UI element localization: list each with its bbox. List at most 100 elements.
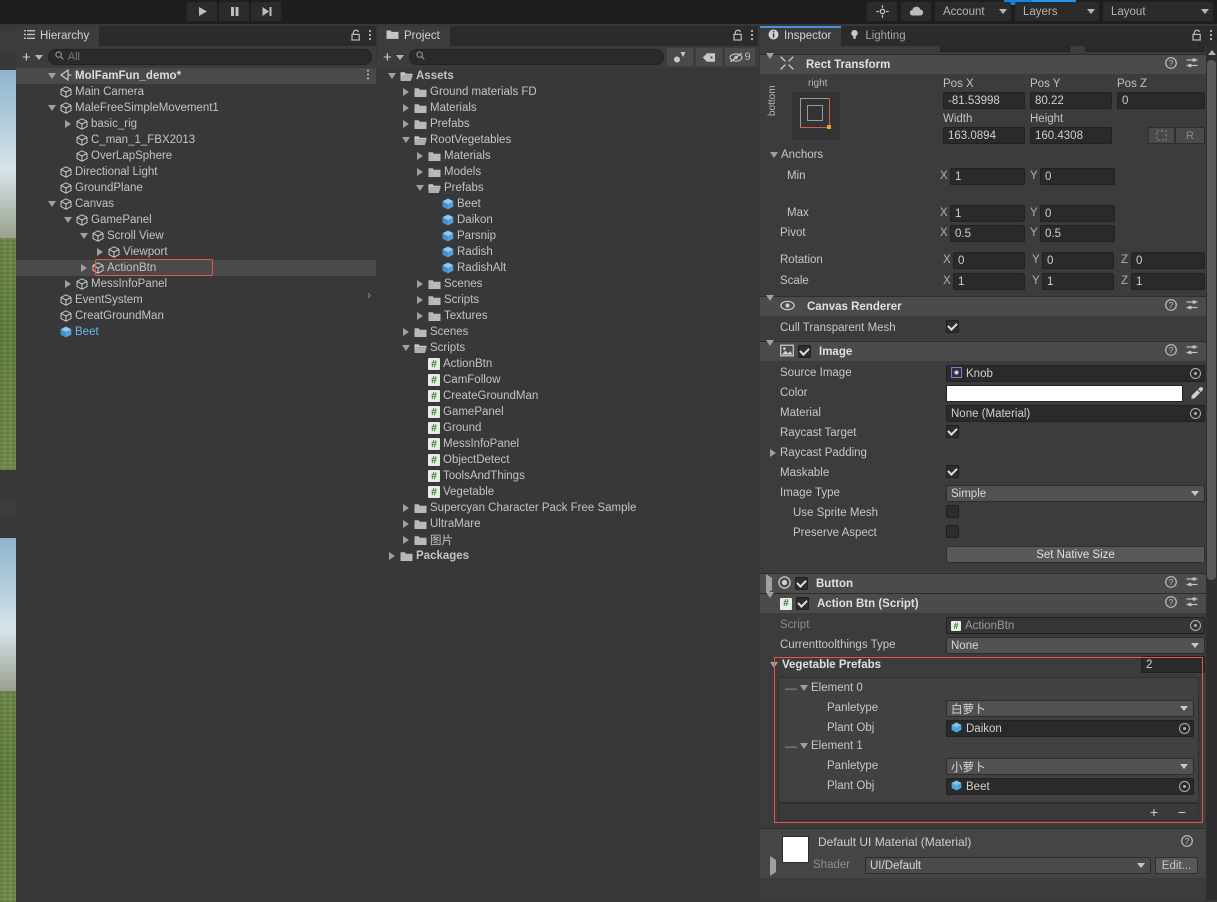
help-icon[interactable]: ? (1181, 835, 1193, 850)
scroll-up-arrow-icon[interactable] (1207, 48, 1216, 57)
array-add-button[interactable]: + (1140, 804, 1168, 820)
set-native-size-button[interactable]: Set Native Size (946, 546, 1205, 563)
hierarchy-item-viewport[interactable]: Viewport (16, 244, 376, 260)
chevron-right-icon[interactable] (400, 327, 411, 338)
project-item-models[interactable]: Models (378, 164, 758, 180)
play-button[interactable] (187, 2, 217, 21)
anchor-max-y-input[interactable]: 0 (1040, 205, 1115, 222)
element-0-panletype-dropdown[interactable]: 白萝卜 (946, 700, 1194, 717)
help-icon[interactable]: ? (1165, 596, 1177, 611)
preset-icon[interactable] (1186, 344, 1198, 359)
game-view-tab[interactable] (0, 498, 16, 518)
chevron-down-icon[interactable] (766, 591, 774, 610)
rotation-y-input[interactable]: 0 (1042, 252, 1114, 269)
lock-icon[interactable] (733, 29, 743, 44)
help-icon[interactable]: ? (1165, 299, 1177, 314)
project-item-gamepanel[interactable]: # GamePanel (378, 404, 758, 420)
cull-transparent-mesh-checkbox[interactable] (946, 320, 959, 333)
preset-icon[interactable] (1186, 299, 1198, 314)
action-btn-script-header[interactable]: # Action Btn (Script) ? (760, 591, 1217, 613)
scene-lighting-icon[interactable] (867, 2, 897, 21)
project-item-scripts[interactable]: Scripts (378, 292, 758, 308)
array-element-0-foldout[interactable]: — Element 0 (785, 682, 863, 694)
project-item-materials[interactable]: Materials (378, 148, 758, 164)
chevron-down-icon[interactable] (62, 215, 73, 226)
chevron-right-icon[interactable] (386, 551, 397, 562)
object-picker-icon[interactable] (1190, 408, 1201, 419)
pause-button[interactable] (219, 2, 249, 21)
anchor-max-x-input[interactable]: 1 (950, 205, 1025, 222)
image-component-enabled-checkbox[interactable] (798, 345, 811, 358)
layout-dropdown[interactable]: Layout (1103, 2, 1213, 21)
hierarchy-item-malefreesimplemovement1[interactable]: MaleFreeSimpleMovement1 (16, 100, 376, 116)
project-item-prefabs[interactable]: Prefabs (378, 180, 758, 196)
raw-edit-mode-button[interactable]: R (1175, 127, 1205, 144)
array-remove-button[interactable]: − (1168, 804, 1196, 820)
object-picker-icon[interactable] (1179, 781, 1190, 792)
hierarchy-item-overlapsphere[interactable]: OverLapSphere (16, 148, 376, 164)
lock-icon[interactable] (1192, 29, 1202, 44)
chevron-right-icon[interactable] (62, 119, 73, 130)
step-button[interactable] (251, 2, 281, 21)
currenttoolthings-type-dropdown[interactable]: None (946, 637, 1205, 654)
array-element-1-foldout[interactable]: — Element 1 (785, 740, 863, 752)
scale-y-input[interactable]: 1 (1042, 273, 1114, 290)
search-by-label-icon[interactable] (696, 48, 722, 66)
hidden-objects-toggle[interactable]: 9 (725, 48, 755, 66)
rect-transform-header[interactable]: Rect Transform ? (760, 52, 1217, 74)
hierarchy-item-directional-light[interactable]: Directional Light (16, 164, 376, 180)
chevron-right-icon[interactable] (414, 151, 425, 162)
vegetable-prefabs-size-input[interactable]: 2 (1141, 656, 1205, 673)
help-icon[interactable]: ? (1165, 57, 1177, 72)
hierarchy-tree[interactable]: MolFamFun_demo* Main Camera MaleFreeSimpl… (16, 68, 376, 340)
chevron-right-icon[interactable] (414, 167, 425, 178)
anchor-min-x-input[interactable]: 1 (950, 168, 1025, 185)
drag-handle-icon[interactable]: — (785, 682, 797, 694)
hierarchy-item-canvas[interactable]: Canvas (16, 196, 376, 212)
chevron-right-icon[interactable] (400, 519, 411, 530)
chevron-right-icon[interactable] (414, 311, 425, 322)
chevron-right-icon[interactable] (400, 87, 411, 98)
project-item-textures[interactable]: Textures (378, 308, 758, 324)
pos-x-input[interactable]: -81.53998 (943, 92, 1025, 109)
chevron-down-icon[interactable] (766, 339, 774, 358)
project-item-parsnip[interactable]: Parsnip (378, 228, 758, 244)
search-by-type-icon[interactable] (667, 48, 693, 66)
project-item-beet[interactable]: Beet (378, 196, 758, 212)
create-gameobject-button[interactable]: + (20, 50, 45, 65)
chevron-right-icon[interactable] (770, 856, 776, 876)
project-item-assets[interactable]: Assets (378, 68, 758, 84)
canvas-renderer-header[interactable]: Canvas Renderer ? (760, 294, 1217, 316)
image-type-dropdown[interactable]: Simple (946, 485, 1205, 502)
tab-lighting[interactable]: Lighting (841, 26, 916, 46)
object-picker-icon[interactable] (1179, 723, 1190, 734)
project-item-scripts[interactable]: Scripts (378, 340, 758, 356)
cloud-icon[interactable] (901, 2, 931, 21)
lock-icon[interactable] (351, 29, 361, 44)
material-field[interactable]: None (Material) (946, 405, 1205, 422)
inspector-scrollbar-thumb[interactable] (1207, 60, 1216, 580)
scene-viewport[interactable] (0, 70, 16, 470)
raycast-padding-foldout[interactable]: Raycast Padding (770, 447, 867, 459)
anchor-preset-box[interactable] (792, 92, 840, 140)
project-item-daikon[interactable]: Daikon (378, 212, 758, 228)
drag-handle-icon[interactable]: — (785, 740, 797, 752)
object-picker-icon[interactable] (1190, 368, 1201, 379)
chevron-down-icon[interactable] (46, 71, 57, 82)
chevron-down-icon[interactable] (46, 103, 57, 114)
pos-z-input[interactable]: 0 (1117, 92, 1205, 109)
project-tree[interactable]: Assets Ground materials FD Materials Prefab… (378, 68, 758, 564)
game-viewport[interactable] (0, 538, 16, 902)
source-image-field[interactable]: Knob (946, 365, 1205, 382)
chevron-right-icon[interactable] (78, 263, 89, 274)
project-item-actionbtn[interactable]: # ActionBtn (378, 356, 758, 372)
use-sprite-mesh-checkbox[interactable] (946, 505, 959, 518)
chevron-right-icon[interactable] (400, 503, 411, 514)
chevron-right-icon[interactable] (414, 279, 425, 290)
inspector-scrollbar[interactable] (1206, 46, 1217, 900)
pivot-x-input[interactable]: 0.5 (950, 225, 1025, 242)
preset-icon[interactable] (1186, 576, 1198, 591)
scene-view-sliver[interactable] (0, 30, 16, 470)
hierarchy-item-messinfopanel[interactable]: MessInfoPanel (16, 276, 376, 292)
chevron-down-icon[interactable] (46, 199, 57, 210)
